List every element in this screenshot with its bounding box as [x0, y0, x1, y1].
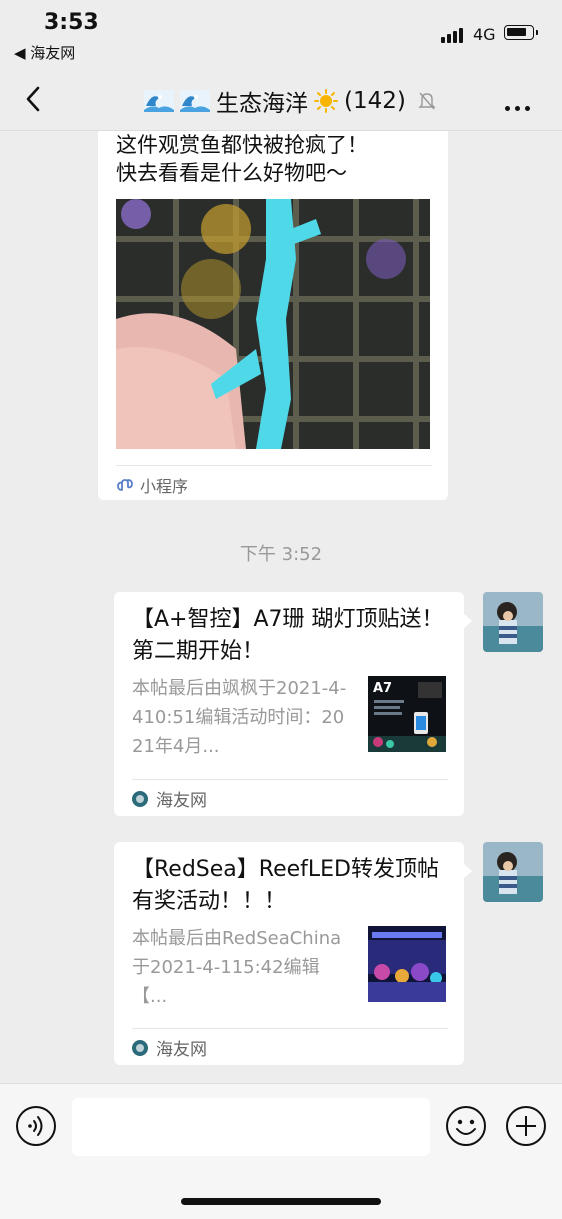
emoji-icon[interactable] [445, 1105, 487, 1147]
mini-program-label: 小程序 [116, 473, 188, 497]
back-arrow-icon[interactable] [20, 84, 50, 114]
sun-emoji-icon [314, 89, 338, 113]
message-title: 【RedSea】ReefLED转发顶帖有奖活动！！！ [132, 857, 439, 914]
network-type: 4G [473, 25, 496, 44]
card-text-line: 这件观赏鱼都快被抢疯了！ [116, 133, 368, 157]
status-time: 3:53 [44, 10, 99, 35]
message-description: 本帖最后由RedSeaChina于2021-4-115:42编辑【... [132, 928, 342, 1007]
wave-emoji-icon [180, 90, 210, 112]
voice-icon[interactable] [15, 1105, 57, 1147]
site-logo-icon [132, 1039, 148, 1056]
message-source: 海友网 [132, 1035, 207, 1060]
chat-header: 生态海洋 (142) [0, 70, 562, 131]
card-text: 这件观赏鱼都快被抢疯了！ 快去看看是什么好物吧～ [116, 131, 368, 187]
home-indicator[interactable] [181, 1198, 381, 1205]
source-name: 海友网 [156, 791, 207, 811]
card-text-line: 快去看看是什么好物吧～ [116, 161, 347, 185]
message-source: 海友网 [132, 786, 207, 811]
source-name: 海友网 [156, 1040, 207, 1060]
status-bar: 3:53 ◀ 海友网 4G [0, 0, 562, 70]
message-description: 本帖最后由飒枫于2021-4-410:51编辑活动时间：2021年4月... [132, 678, 347, 757]
mute-bell-icon [418, 92, 436, 110]
signal-icon [441, 27, 467, 43]
message-thumbnail [368, 926, 446, 1002]
coral-photo [116, 199, 430, 449]
plus-icon[interactable] [505, 1105, 547, 1147]
message-timestamp: 下午 3:52 [239, 544, 323, 565]
thumb-title: A7 [373, 681, 392, 696]
link-message-card[interactable]: 【A+智控】A7珊 瑚灯顶贴送！第二期开始！ 本帖最后由飒枫于2021-4-41… [114, 592, 464, 816]
chat-title[interactable]: 生态海洋 (142) [144, 84, 436, 118]
avatar[interactable] [483, 842, 543, 902]
group-name: 生态海洋 [216, 91, 308, 117]
mini-program-card[interactable]: 这件观赏鱼都快被抢疯了！ 快去看看是什么好物吧～ 小程序 [98, 131, 448, 500]
message-input[interactable] [72, 1098, 430, 1156]
message-title: 【A+智控】A7珊 瑚灯顶贴送！第二期开始！ [132, 607, 444, 664]
message-thumbnail: A7 [368, 676, 446, 752]
link-message-card[interactable]: 【RedSea】ReefLED转发顶帖有奖活动！！！ 本帖最后由RedSeaCh… [114, 842, 464, 1065]
mini-program-icon [117, 479, 133, 491]
more-icon[interactable] [505, 96, 535, 111]
battery-icon [504, 25, 538, 40]
avatar[interactable] [483, 592, 543, 652]
source-label: 小程序 [140, 477, 189, 496]
wave-emoji-icon [144, 90, 174, 112]
site-logo-icon [132, 790, 148, 807]
member-count: (142) [344, 88, 406, 114]
back-to-app-link[interactable]: ◀ 海友网 [14, 42, 75, 63]
